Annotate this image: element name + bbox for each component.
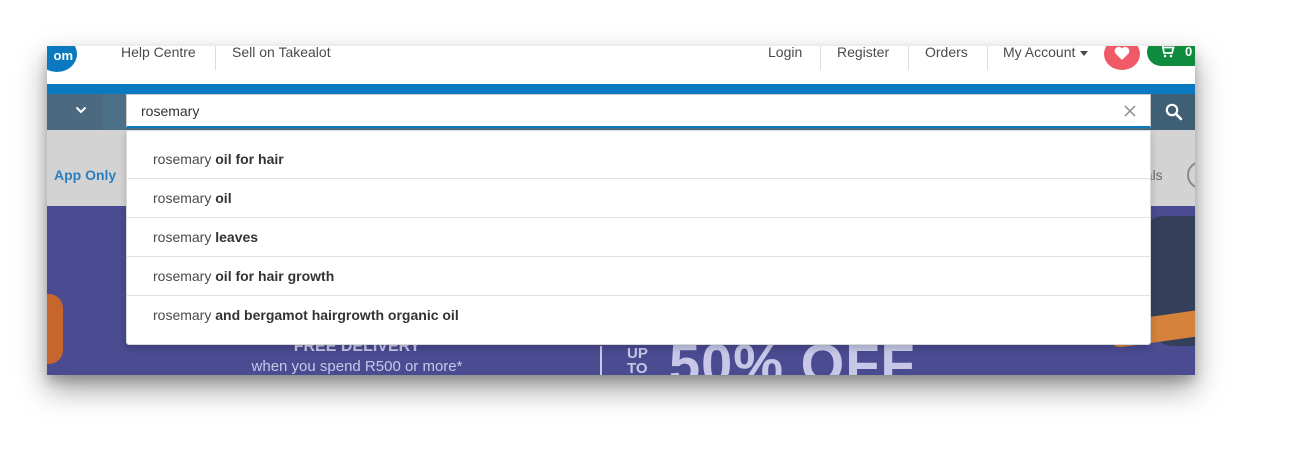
nav-divider (215, 46, 216, 70)
suggestion-prefix: rosemary (153, 229, 212, 245)
suggestion-item[interactable]: rosemary and bergamot hairgrowth organic… (127, 296, 1150, 334)
caret-down-icon (1080, 50, 1089, 56)
top-nav: om Help Centre Sell on Takealot Login Re… (47, 46, 1195, 84)
suggestion-completion: oil for hair growth (211, 268, 335, 284)
nav-divider (987, 46, 988, 70)
suggestion-prefix: rosemary (153, 307, 212, 323)
wishlist-button[interactable] (1104, 46, 1140, 70)
suggestion-completion: leaves (211, 229, 259, 245)
takealot-logo[interactable]: om (47, 46, 77, 72)
up-to-text: UP TO (627, 345, 648, 375)
search-input[interactable] (126, 94, 1151, 128)
search-button[interactable] (1151, 94, 1195, 130)
header-strip (47, 84, 1195, 94)
login-link[interactable]: Login (768, 46, 802, 60)
suggestion-prefix: rosemary (153, 268, 212, 284)
suggestion-completion: oil (211, 190, 232, 206)
suggestion-prefix: rosemary (153, 190, 212, 206)
app-only-link[interactable]: App Only (54, 167, 116, 183)
spend-threshold-text: when you spend R500 or more* (251, 358, 463, 375)
suggestion-item[interactable]: rosemary oil for hair growth (127, 257, 1150, 296)
my-account-menu[interactable]: My Account (1003, 46, 1089, 60)
deals-circle-icon (1187, 161, 1195, 189)
clear-search-icon[interactable] (1122, 103, 1138, 119)
search-suggestions-dropdown: rosemary oil for hair rosemary oil rosem… (126, 130, 1151, 345)
suggestion-item[interactable]: rosemary leaves (127, 218, 1150, 257)
cart-icon (1161, 46, 1175, 58)
orders-link[interactable]: Orders (925, 46, 968, 60)
my-account-label: My Account (1003, 46, 1076, 60)
suggestion-item[interactable]: rosemary oil (127, 179, 1150, 218)
banner-divider (600, 346, 602, 375)
cart-button[interactable]: 0 (1147, 46, 1195, 66)
help-centre-link[interactable]: Help Centre (121, 46, 196, 60)
heart-icon (1114, 46, 1130, 60)
search-icon (1165, 103, 1183, 121)
register-link[interactable]: Register (837, 46, 889, 60)
shoe-image-left (47, 294, 63, 364)
sell-on-takealot-link[interactable]: Sell on Takealot (232, 46, 331, 60)
suggestion-item[interactable]: rosemary oil for hair (127, 140, 1150, 179)
category-dropdown[interactable] (47, 94, 103, 130)
browser-viewport: om Help Centre Sell on Takealot Login Re… (47, 46, 1195, 375)
chevron-down-icon (75, 106, 87, 114)
search-bar (47, 94, 1195, 130)
suggestion-completion: oil for hair (211, 151, 284, 167)
nav-divider (820, 46, 821, 70)
suggestion-completion: and bergamot hairgrowth organic oil (211, 307, 459, 323)
cart-count: 0 (1185, 46, 1193, 59)
suggestion-prefix: rosemary (153, 151, 212, 167)
nav-divider (908, 46, 909, 70)
